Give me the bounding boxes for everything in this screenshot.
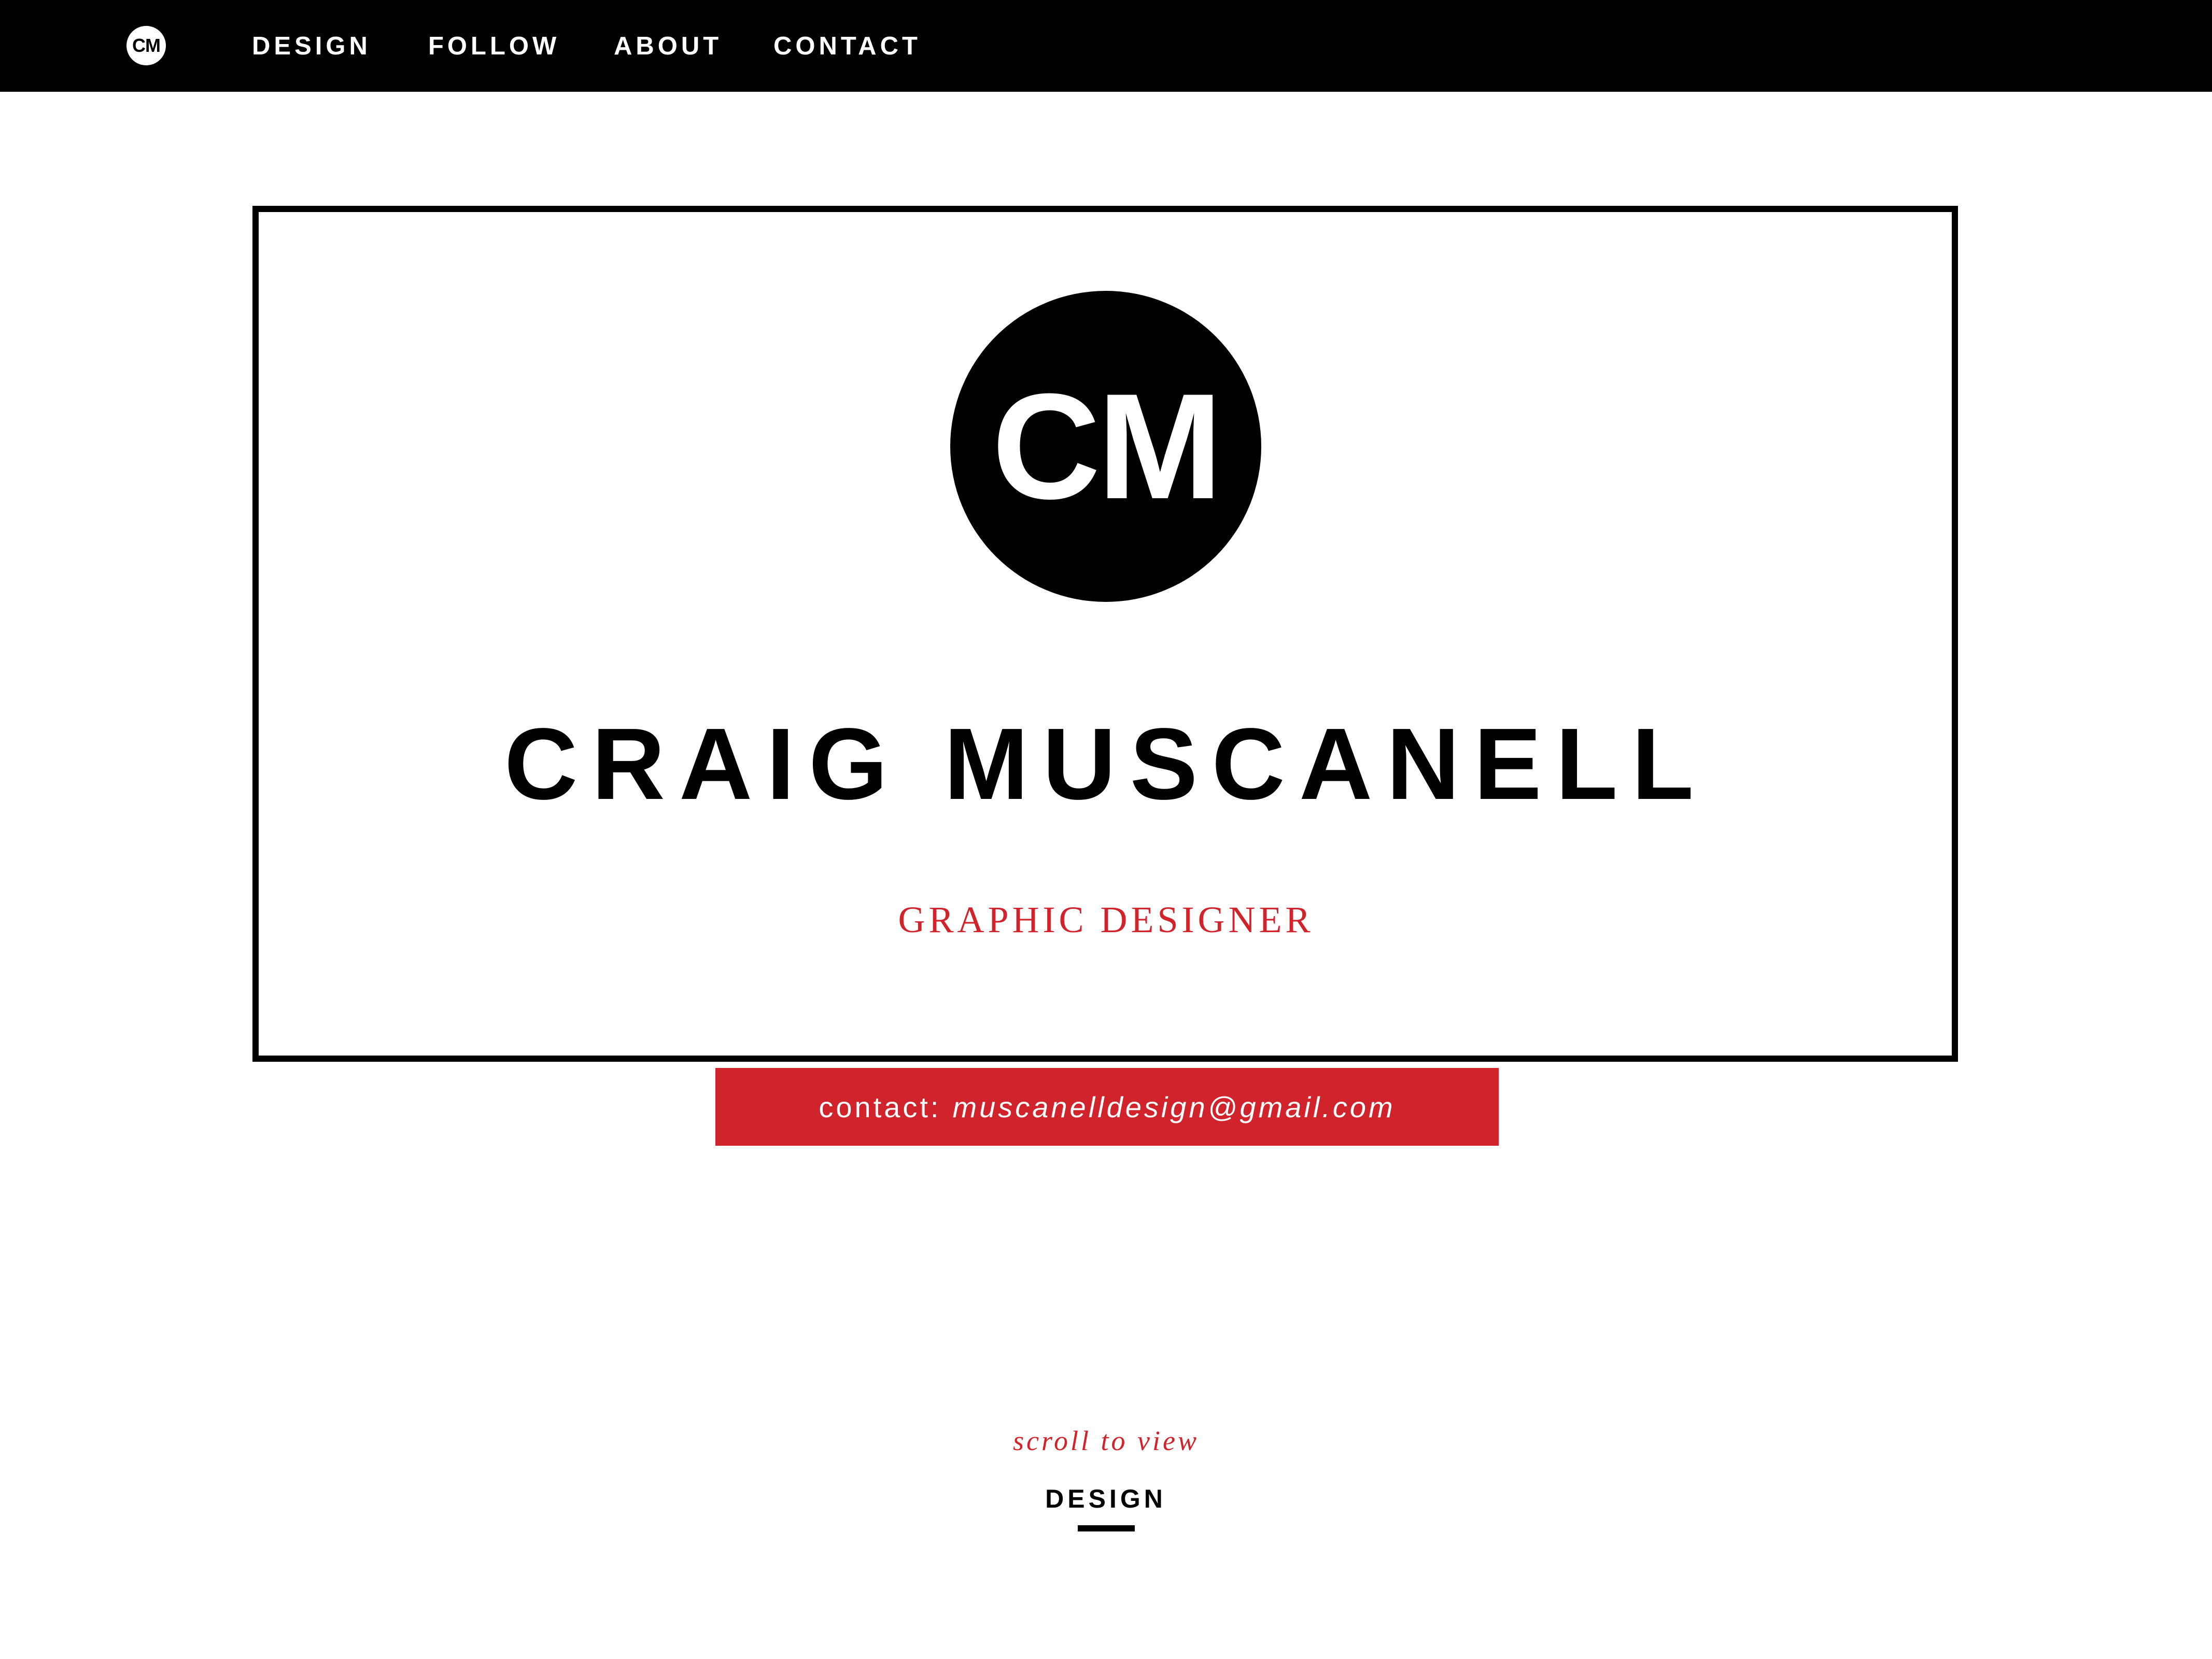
top-navbar: CM DESIGN FOLLOW ABOUT CONTACT (0, 0, 2212, 92)
nav-link-follow[interactable]: FOLLOW (428, 30, 560, 62)
nav-link-contact[interactable]: CONTACT (773, 30, 921, 62)
hero-name-title: CRAIG MUSCANELL (504, 707, 1708, 821)
contact-banner: contact: muscanelldesign@gmail.com (715, 1068, 1499, 1146)
nav-link-about[interactable]: ABOUT (614, 30, 722, 62)
scroll-to-design-link[interactable]: DESIGN (1028, 1486, 1184, 1538)
scroll-hint-text: scroll to view (1013, 1425, 1199, 1456)
hero-role-subtitle: GRAPHIC DESIGNER (898, 899, 1314, 940)
contact-prefix-label: contact: (819, 1090, 941, 1123)
scroll-underline-divider (1078, 1525, 1135, 1531)
cm-logo-nav-icon[interactable]: CM (126, 26, 166, 65)
scroll-target-label: DESIGN (1045, 1484, 1166, 1513)
contact-email-link[interactable]: muscanelldesign@gmail.com (952, 1090, 1395, 1124)
nav-link-design[interactable]: DESIGN (252, 30, 371, 62)
cm-logo-large-icon: CM (950, 291, 1261, 602)
